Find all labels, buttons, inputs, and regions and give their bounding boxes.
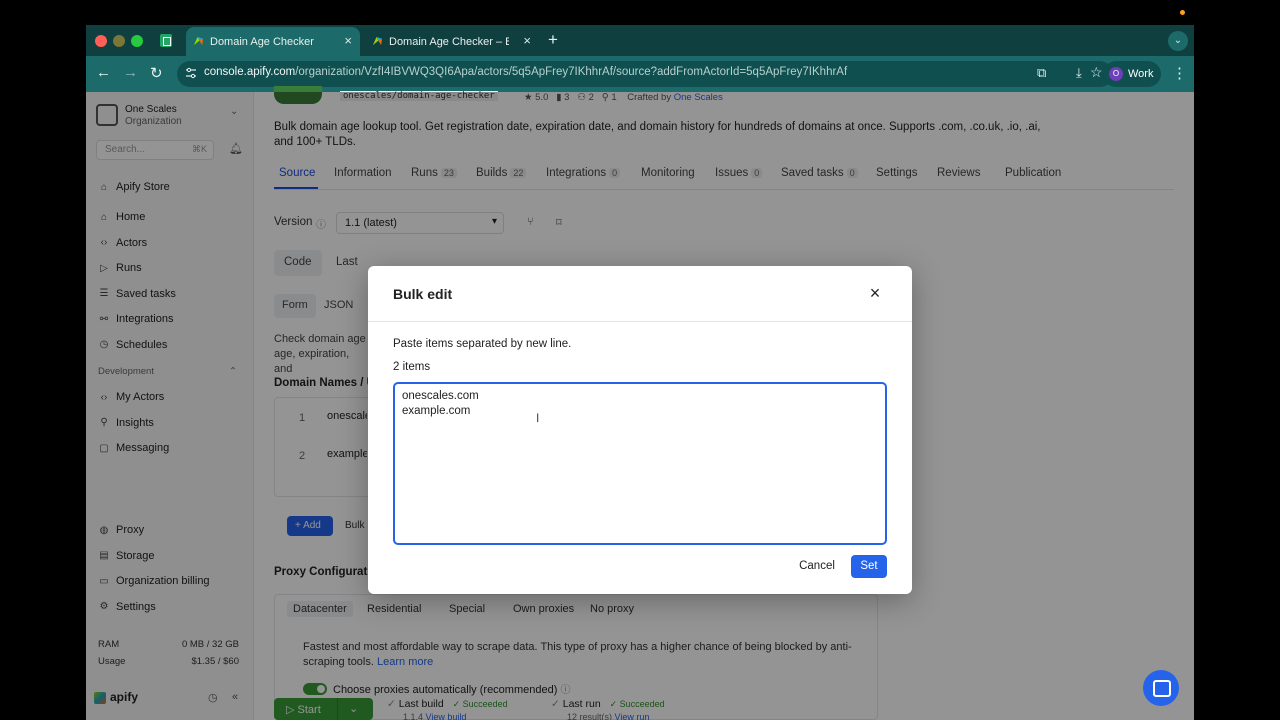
tab-search-button[interactable]: ⌄ [1168, 31, 1188, 51]
extensions-icon[interactable]: ⧉ [1037, 65, 1046, 81]
dialog-divider [368, 321, 912, 322]
url-domain: console.apify.com [204, 66, 296, 78]
page: One Scales Organization ⌄ Search... ⌘K 🔔… [86, 86, 1194, 720]
set-button[interactable]: Set [851, 555, 887, 578]
recording-indicator [1180, 10, 1185, 15]
close-window-button[interactable] [95, 35, 107, 47]
tab-title: Domain Age Checker [210, 35, 314, 48]
bookmark-star-icon[interactable]: ☆ [1090, 64, 1103, 81]
tab-domain-age-checker[interactable]: Domain Age Checker × [186, 27, 360, 56]
dialog-title: Bulk edit [393, 286, 453, 302]
maximize-window-button[interactable] [131, 35, 143, 47]
tab-strip: Domain Age Checker × Domain Age Checker … [86, 25, 1194, 56]
download-icon[interactable]: ⤓ [1076, 65, 1082, 81]
tab-title: Domain Age Checker – Bulk W [389, 35, 509, 48]
browser-toolbar: ← → ↻ console.apify.com/organization/Vzf… [86, 56, 1194, 92]
sheets-tab-icon[interactable] [160, 34, 172, 47]
dialog-help-text: Paste items separated by new line. [393, 338, 572, 350]
profile-button[interactable]: O Work [1103, 61, 1161, 87]
text-cursor-icon: Ι [536, 411, 540, 425]
reload-icon[interactable]: ↻ [150, 64, 163, 82]
apify-favicon-icon [372, 36, 383, 46]
item-count: 2 items [393, 361, 431, 373]
forward-icon[interactable]: → [123, 64, 138, 81]
new-tab-button[interactable]: + [548, 30, 558, 50]
tab-domain-age-checker-bulk[interactable]: Domain Age Checker – Bulk W × [365, 27, 539, 56]
chat-support-button[interactable] [1143, 670, 1179, 706]
profile-name: Work [1128, 68, 1154, 80]
close-tab-icon[interactable]: × [523, 33, 531, 48]
url-text[interactable]: console.apify.com/organization/VzfI4IBVW… [204, 66, 847, 78]
close-tab-icon[interactable]: × [344, 33, 352, 48]
url-path: /organization/VzfI4IBVWQ3QI6Apa/actors/5… [295, 66, 848, 78]
apify-favicon-icon [193, 36, 204, 46]
browser-menu-icon[interactable]: ⋮ [1172, 64, 1187, 82]
minimize-window-button[interactable] [113, 35, 125, 47]
cancel-button[interactable]: Cancel [789, 555, 845, 578]
screen: Domain Age Checker × Domain Age Checker … [0, 0, 1280, 720]
bulk-edit-dialog: Bulk edit × Paste items separated by new… [368, 266, 912, 594]
back-icon[interactable]: ← [96, 64, 111, 81]
bulk-items-textarea[interactable]: onescales.com example.com [393, 382, 887, 545]
site-settings-icon[interactable] [185, 67, 197, 79]
profile-avatar: O [1109, 67, 1123, 81]
address-bar[interactable]: console.apify.com/organization/VzfI4IBVW… [177, 61, 1113, 87]
close-icon[interactable]: × [865, 283, 885, 303]
browser-window: Domain Age Checker × Domain Age Checker … [86, 25, 1194, 720]
